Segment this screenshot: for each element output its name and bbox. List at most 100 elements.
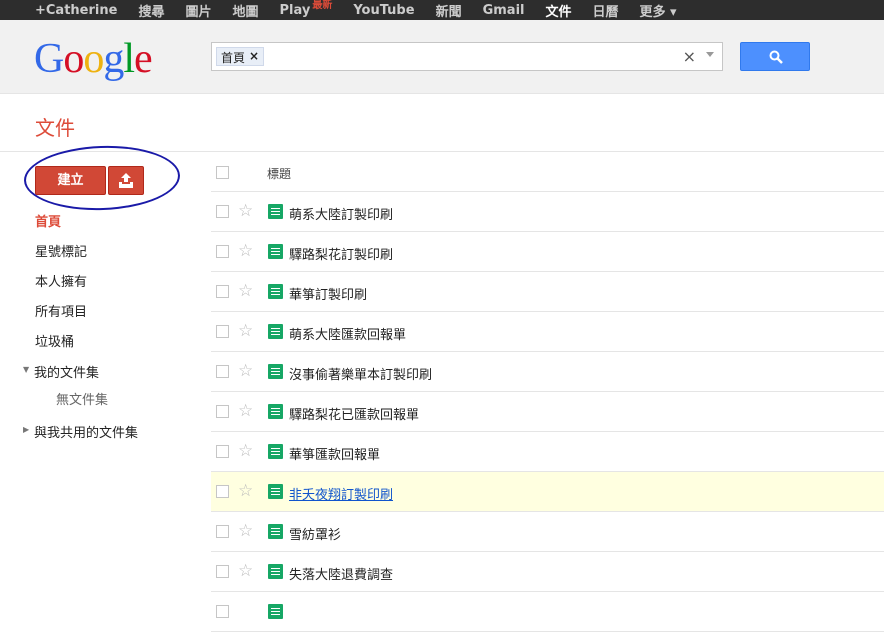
- star-icon[interactable]: ☆: [238, 201, 253, 221]
- file-row[interactable]: ☆ 華箏訂製印刷: [211, 272, 884, 312]
- hand-drawn-annotation-circle: [22, 143, 182, 213]
- search-button[interactable]: [740, 42, 810, 71]
- top-nav-item[interactable]: Gmail: [483, 3, 525, 18]
- sidebar-item-my-collections[interactable]: 我的文件集: [34, 362, 99, 381]
- row-checkbox[interactable]: [216, 605, 229, 618]
- top-nav-label: YouTube: [353, 2, 415, 18]
- top-nav-item[interactable]: YouTube: [353, 3, 414, 18]
- top-nav-item[interactable]: 更多 ▾: [640, 1, 677, 20]
- form-file-icon: [268, 364, 283, 379]
- list-header: 標題: [211, 152, 884, 192]
- top-nav-label: 日曆: [592, 4, 619, 20]
- top-nav-label: 更多 ▾: [639, 4, 677, 20]
- top-nav-item[interactable]: +Catherine: [35, 3, 117, 18]
- file-name[interactable]: 非夭夜翔訂製印刷: [289, 484, 393, 503]
- form-file-icon: [268, 564, 283, 579]
- no-collections-label: 無文件集: [56, 393, 109, 408]
- expand-right-icon[interactable]: ▶: [23, 425, 29, 434]
- file-name[interactable]: 萌系大陸訂製印刷: [289, 204, 393, 223]
- star-icon[interactable]: ☆: [238, 481, 253, 501]
- top-nav-item[interactable]: Play 最新: [279, 0, 333, 18]
- file-row[interactable]: ☆ 萌系大陸訂製印刷: [211, 192, 884, 232]
- row-checkbox[interactable]: [216, 405, 229, 418]
- top-nav-item[interactable]: 文件: [545, 1, 571, 20]
- search-chip-home: 首頁 ×: [216, 47, 265, 66]
- row-checkbox[interactable]: [216, 485, 229, 498]
- top-nav-item[interactable]: 新聞: [436, 1, 462, 20]
- sidebar-item-all[interactable]: 所有項目: [35, 301, 87, 320]
- star-icon[interactable]: ☆: [238, 281, 253, 301]
- star-icon[interactable]: ☆: [238, 521, 253, 541]
- file-name[interactable]: 萌系大陸匯款回報單: [289, 324, 406, 343]
- file-name[interactable]: 雪紡罩衫: [289, 524, 341, 543]
- form-file-icon: [268, 404, 283, 419]
- star-icon[interactable]: ☆: [238, 441, 253, 461]
- top-nav-label: Play: [279, 3, 311, 18]
- row-checkbox[interactable]: [216, 325, 229, 338]
- header: Google 首頁 × ×: [0, 20, 884, 94]
- star-icon[interactable]: ☆: [238, 401, 253, 421]
- form-file-icon: [268, 604, 283, 619]
- file-row[interactable]: ☆ 華箏匯款回報單: [211, 432, 884, 472]
- star-icon[interactable]: ☆: [238, 561, 253, 581]
- top-nav-item[interactable]: 圖片: [185, 1, 211, 20]
- top-nav-label: 搜尋: [138, 4, 165, 20]
- new-badge: 最新: [312, 0, 333, 11]
- file-row[interactable]: ☆ 沒事偷著樂單本訂製印刷: [211, 352, 884, 392]
- top-nav-label: 圖片: [185, 4, 212, 20]
- sidebar-item-home[interactable]: 首頁: [35, 211, 61, 230]
- search-input[interactable]: 首頁 × ×: [211, 42, 723, 71]
- top-nav-label: 新聞: [435, 4, 462, 20]
- form-file-icon: [268, 284, 283, 299]
- row-checkbox[interactable]: [216, 205, 229, 218]
- file-name[interactable]: 華箏匯款回報單: [289, 444, 380, 463]
- file-row[interactable]: ☆ 非夭夜翔訂製印刷: [211, 472, 884, 512]
- star-icon[interactable]: ☆: [238, 321, 253, 341]
- form-file-icon: [268, 204, 283, 219]
- top-nav-label: Gmail: [482, 2, 525, 18]
- row-checkbox[interactable]: [216, 565, 229, 578]
- sidebar-item-shared-collections[interactable]: 與我共用的文件集: [34, 422, 138, 441]
- search-icon: [769, 50, 783, 64]
- top-nav-label: +Catherine: [35, 2, 118, 18]
- file-row-partial[interactable]: [211, 592, 884, 632]
- top-nav-item[interactable]: 日曆: [593, 1, 619, 20]
- form-file-icon: [268, 484, 283, 499]
- sidebar-item-trash[interactable]: 垃圾桶: [35, 331, 74, 350]
- star-icon[interactable]: ☆: [238, 241, 253, 261]
- top-nav-label: 地圖: [232, 4, 259, 20]
- expand-down-icon[interactable]: ▼: [23, 365, 29, 374]
- select-all-checkbox[interactable]: [216, 166, 229, 179]
- file-row[interactable]: ☆ 驛路梨花已匯款回報單: [211, 392, 884, 432]
- top-nav-item[interactable]: 搜尋: [138, 1, 164, 20]
- app-title: 文件: [35, 116, 75, 140]
- google-logo[interactable]: Google: [34, 35, 153, 83]
- row-checkbox[interactable]: [216, 525, 229, 538]
- row-checkbox[interactable]: [216, 285, 229, 298]
- file-name[interactable]: 華箏訂製印刷: [289, 284, 367, 303]
- star-icon[interactable]: ☆: [238, 361, 253, 381]
- sidebar-item-starred[interactable]: 星號標記: [35, 241, 87, 260]
- form-file-icon: [268, 444, 283, 459]
- search-options-dropdown-icon[interactable]: [706, 52, 714, 57]
- row-checkbox[interactable]: [216, 245, 229, 258]
- top-nav-label: 文件: [545, 4, 572, 20]
- file-name[interactable]: 沒事偷著樂單本訂製印刷: [289, 364, 432, 383]
- row-checkbox[interactable]: [216, 445, 229, 458]
- chip-label: 首頁: [221, 51, 246, 65]
- sidebar-item-owned[interactable]: 本人擁有: [35, 271, 87, 290]
- row-checkbox[interactable]: [216, 365, 229, 378]
- form-file-icon: [268, 324, 283, 339]
- chip-close-icon[interactable]: ×: [249, 49, 259, 64]
- file-row[interactable]: ☆ 萌系大陸匯款回報單: [211, 312, 884, 352]
- top-nav-bar: +Catherine 搜尋 圖片 地圖 Play 最新 YouTube 新聞 Gmail 文件 日曆…: [0, 0, 884, 20]
- file-row[interactable]: ☆ 驛路梨花訂製印刷: [211, 232, 884, 272]
- file-name[interactable]: 驛路梨花訂製印刷: [289, 244, 393, 263]
- file-row[interactable]: ☆ 雪紡罩衫: [211, 512, 884, 552]
- file-row[interactable]: ☆ 失落大陸退費調查: [211, 552, 884, 592]
- top-nav-item[interactable]: 地圖: [232, 1, 258, 20]
- clear-search-icon[interactable]: ×: [683, 47, 696, 66]
- file-name[interactable]: 驛路梨花已匯款回報單: [289, 404, 419, 423]
- column-title[interactable]: 標題: [267, 165, 291, 182]
- file-name[interactable]: 失落大陸退費調查: [289, 564, 393, 583]
